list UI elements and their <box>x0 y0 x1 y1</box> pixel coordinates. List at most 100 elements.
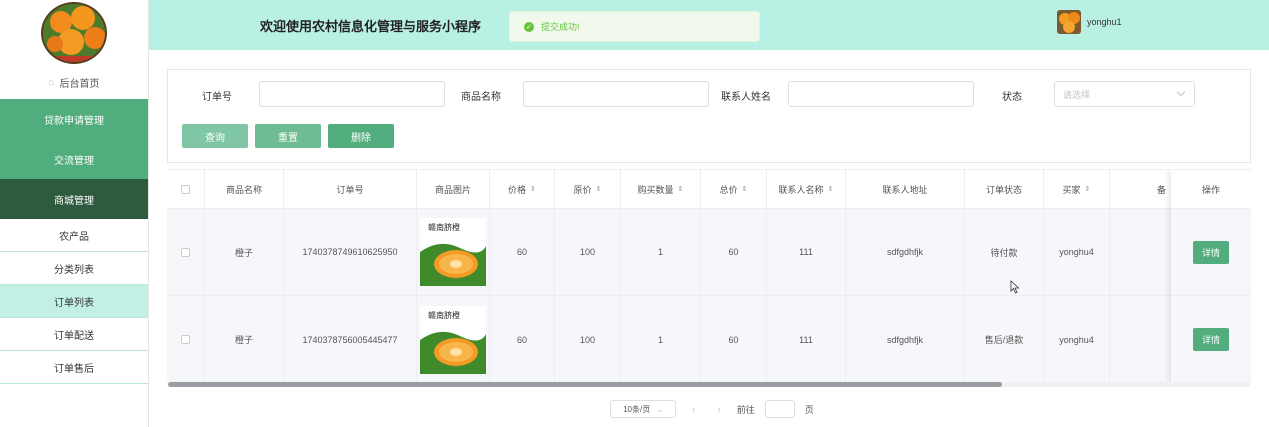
header-total[interactable]: 总价 ⇕ <box>701 170 767 208</box>
cell-product-name: 橙子 <box>205 209 284 295</box>
orders-table: 商品名称 订单号 商品图片 价格 ⇕ 原价 ⇕ 购买数量 ⇕ 总价 ⇕ 联系人名称 ⇕ 联… <box>167 169 1251 387</box>
header-price-label: 价格 <box>508 184 527 195</box>
sidebar-subitem-label: 订单列表 <box>54 297 94 309</box>
check-circle-icon: ✓ <box>524 21 534 32</box>
header-order-no: 订单号 <box>284 170 417 208</box>
cell-price: 60 <box>490 209 555 295</box>
order-no-input[interactable] <box>259 81 445 107</box>
cell-quantity: 1 <box>621 209 701 295</box>
sidebar-item-mall-management[interactable]: 商城管理 <box>0 179 148 219</box>
row-checkbox[interactable] <box>181 335 190 344</box>
sidebar-subitem-order-list[interactable]: 订单列表 <box>0 285 148 318</box>
cell-contact-address: sdfgdhfjk <box>846 296 965 383</box>
header-contact-name[interactable]: 联系人名称 ⇕ <box>767 170 846 208</box>
table-row: 橙子 1740378749610625950 赣南脐橙 60 100 1 60 <box>167 209 1251 296</box>
delete-button[interactable]: 删除 <box>328 124 394 148</box>
sidebar-subitem-label: 订单售后 <box>54 363 94 375</box>
sidebar-subitem-products[interactable]: 农产品 <box>0 219 148 252</box>
cell-order-status: 待付款 <box>965 209 1044 295</box>
cell-product-image: 赣南脐橙 <box>417 209 490 295</box>
page-size-select[interactable]: 10条/页 ⌄ <box>610 400 676 418</box>
cell-quantity: 1 <box>621 296 701 383</box>
product-name-input[interactable] <box>523 81 709 107</box>
sidebar-subitem-label: 分类列表 <box>54 264 94 276</box>
header-contact-name-label: 联系人名称 <box>778 184 824 195</box>
header-product-image: 商品图片 <box>417 170 490 208</box>
fixed-ops-column: 操作 详情 详情 <box>1171 170 1251 383</box>
sidebar-subitem-label: 订单配送 <box>54 330 94 342</box>
sort-icon: ⇕ <box>677 186 684 193</box>
table-row: 橙子 1740378756005445477 赣南脐橙 60 100 1 60 <box>167 296 1251 383</box>
detail-button[interactable]: 详情 <box>1193 327 1229 351</box>
sidebar-subitem-order-delivery[interactable]: 订单配送 <box>0 318 148 351</box>
header-buyer[interactable]: 买家 ⇕ <box>1044 170 1110 208</box>
ops-cell: 详情 <box>1171 296 1251 383</box>
sidebar-item-home[interactable]: ⌂ 后台首页 <box>0 65 148 99</box>
product-name-label: 商品名称 <box>461 92 501 103</box>
product-image: 赣南脐橙 <box>420 218 486 286</box>
sidebar-item-label: 商城管理 <box>54 195 94 207</box>
header-order-status: 订单状态 <box>965 170 1044 208</box>
app-root: ⌂ 后台首页 贷款申请管理 交流管理 商城管理 农产品 分类列表 订单列表 订单… <box>0 0 1269 427</box>
sidebar-subitem-label: 农产品 <box>59 231 89 243</box>
query-button[interactable]: 查询 <box>182 124 248 148</box>
header-price[interactable]: 价格 ⇕ <box>490 170 555 208</box>
prev-page-icon[interactable]: ‹ <box>686 404 701 415</box>
username: yonghu1 <box>1087 17 1122 27</box>
row-select-cell <box>167 296 205 383</box>
cell-original-price: 100 <box>555 209 621 295</box>
header-quantity-label: 购买数量 <box>637 184 674 195</box>
sort-icon: ⇕ <box>595 186 602 193</box>
status-select[interactable]: 请选择 <box>1054 81 1195 107</box>
toast-message: 提交成功! <box>541 22 580 32</box>
product-image-caption: 赣南脐橙 <box>428 223 460 232</box>
sidebar-item-exchange-management[interactable]: 交流管理 <box>0 139 148 179</box>
user-menu[interactable]: yonghu1 <box>1057 10 1122 34</box>
cell-product-image: 赣南脐橙 <box>417 296 490 383</box>
reset-button[interactable]: 重置 <box>255 124 321 148</box>
goto-page-input[interactable] <box>764 400 795 418</box>
cell-product-name: 橙子 <box>205 296 284 383</box>
contact-name-input[interactable] <box>788 81 974 107</box>
status-label: 状态 <box>1002 92 1022 103</box>
pagination: 10条/页 ⌄ ‹ › 前往 页 <box>610 400 814 418</box>
sidebar-subitem-after-sales[interactable]: 订单售后 <box>0 351 148 384</box>
row-select-cell <box>167 209 205 295</box>
status-select-placeholder: 请选择 <box>1063 89 1091 100</box>
chevron-down-icon: ⌄ <box>656 404 663 414</box>
row-checkbox[interactable] <box>181 247 190 257</box>
page-size-value: 10条/页 <box>623 404 651 414</box>
home-icon: ⌂ <box>48 76 55 88</box>
sidebar-item-label: 贷款申请管理 <box>44 115 104 127</box>
header-product-name: 商品名称 <box>205 170 284 208</box>
detail-button[interactable]: 详情 <box>1193 240 1229 264</box>
header-original-price-label: 原价 <box>573 184 592 195</box>
page-unit-label: 页 <box>804 404 814 415</box>
logo <box>41 1 107 64</box>
cell-order-status: 售后/退款 <box>965 296 1044 383</box>
select-all-checkbox[interactable] <box>181 184 190 194</box>
cell-buyer: yonghu4 <box>1044 209 1110 295</box>
sidebar-subitem-categories[interactable]: 分类列表 <box>0 252 148 285</box>
cell-buyer: yonghu4 <box>1044 296 1110 383</box>
cell-total: 60 <box>701 296 767 383</box>
next-page-icon[interactable]: › <box>711 404 726 415</box>
order-no-label: 订单号 <box>202 92 232 103</box>
header-original-price[interactable]: 原价 ⇕ <box>555 170 621 208</box>
sort-icon: ⇕ <box>827 186 834 193</box>
sidebar-item-label: 交流管理 <box>54 155 94 167</box>
horizontal-scrollbar-thumb[interactable] <box>168 382 1002 387</box>
sort-icon: ⇕ <box>530 186 536 193</box>
sidebar-item-loan-management[interactable]: 贷款申请管理 <box>0 99 148 139</box>
product-image: 赣南脐橙 <box>420 305 486 374</box>
cell-order-no: 1740378749610625950 <box>284 209 417 295</box>
product-image-caption: 赣南脐橙 <box>428 310 460 320</box>
header-quantity[interactable]: 购买数量 ⇕ <box>621 170 701 208</box>
cell-order-no: 1740378756005445477 <box>284 296 417 383</box>
mouse-cursor-icon <box>1010 280 1020 294</box>
success-toast: ✓ 提交成功! <box>509 11 760 42</box>
cell-contact-name: 111 <box>767 209 846 295</box>
page-title: 欢迎使用农村信息化管理与服务小程序 <box>260 19 482 34</box>
select-all-cell <box>167 170 205 208</box>
cell-contact-address: sdfgdhfjk <box>846 209 965 295</box>
